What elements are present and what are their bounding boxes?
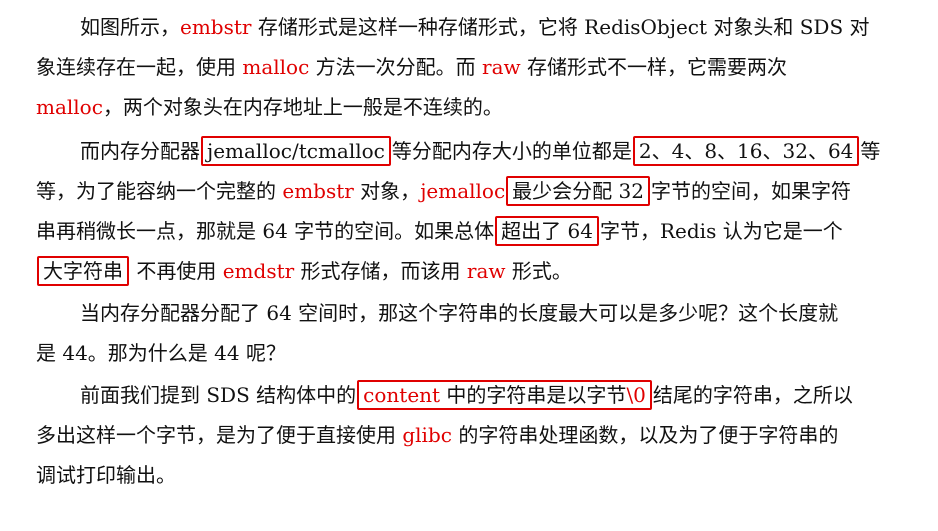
- text-line: 等，为了能容纳一个完整的 embstr 对象，jemalloc 最少会分配 32 字…: [36, 176, 851, 206]
- text-run: 多出这样一个字节，是为了便于直接使用: [36, 423, 403, 447]
- text-run: 等分配内存大小的单位都是: [391, 139, 632, 163]
- text-run: 当内存分配器分配了 64 空间时，那这个字符串的长度最大可以是多少呢？这个长度就: [80, 301, 839, 325]
- text-run: 是 44。那为什么是 44 呢？: [36, 341, 286, 365]
- text-line: 象连续存在一起，使用 malloc 方法一次分配。而 raw 存储形式不一样，它…: [36, 54, 787, 80]
- text-run: 字节，Redis 认为它是一个: [599, 219, 843, 243]
- text-run: 调试打印输出。: [36, 463, 176, 487]
- text-run: 而内存分配器: [80, 139, 200, 163]
- text-run: 结尾的字符串，之所以: [652, 383, 853, 407]
- highlight-box: 大字符串: [37, 256, 129, 286]
- text-line: 多出这样一个字节，是为了便于直接使用 glibc 的字符串处理函数，以及为了便于…: [36, 422, 838, 448]
- highlight-box: 2、4、8、16、32、64: [632, 136, 860, 166]
- text-run: 存储形式不一样，它需要两次: [520, 55, 787, 79]
- text-line: malloc，两个对象头在内存地址上一般是不连续的。: [36, 94, 503, 120]
- text-run: 如图所示，: [80, 15, 180, 39]
- text-line: 如图所示，embstr 存储形式是这样一种存储形式，它将 RedisObject…: [80, 14, 870, 40]
- code-term: embstr: [180, 15, 252, 39]
- text-run: 对象，: [353, 179, 421, 203]
- text-line: 调试打印输出。: [36, 462, 176, 488]
- highlight-box: 超出了 64: [495, 216, 599, 246]
- highlight-box: content 中的字符串是以字节\0: [357, 380, 652, 410]
- highlight-box: 最少会分配 32: [506, 176, 650, 206]
- code-term: raw: [482, 55, 521, 79]
- text-line: 是 44。那为什么是 44 呢？: [36, 340, 286, 366]
- code-term: malloc: [36, 95, 103, 119]
- text-run: 形式存储，而该用: [294, 259, 467, 283]
- text-run: 字节的空间，如果字符: [650, 179, 851, 203]
- code-term: malloc: [242, 55, 310, 79]
- text-run: 不再使用: [130, 259, 223, 283]
- code-term: jemalloc: [420, 179, 506, 203]
- document-page: 如图所示，embstr 存储形式是这样一种存储形式，它将 RedisObject…: [0, 0, 938, 531]
- text-line: 前面我们提到 SDS 结构体中的 content 中的字符串是以字节\0 结尾的字符…: [80, 380, 853, 410]
- code-term: raw: [466, 259, 506, 283]
- code-term: emdstr: [222, 259, 295, 283]
- text-run: 前面我们提到 SDS 结构体中的: [80, 383, 357, 407]
- code-term: glibc: [402, 423, 452, 447]
- text-run: 形式。: [505, 259, 572, 283]
- text-run: 存储形式是这样一种存储形式，它将 RedisObject 对象头和 SDS 对: [251, 15, 870, 39]
- text-line: 大字符串 不再使用 emdstr 形式存储，而该用 raw 形式。: [36, 256, 572, 286]
- text-line: 而内存分配器 jemalloc/tcmalloc 等分配内存大小的单位都是 2、4、8…: [80, 136, 881, 166]
- text-run: 象连续存在一起，使用: [36, 55, 243, 79]
- code-term: \0: [626, 383, 646, 407]
- text-run: 等，为了能容纳一个完整的: [36, 179, 283, 203]
- code-term: content: [363, 383, 441, 407]
- text-run: 的字符串处理函数，以及为了便于字符串的: [451, 423, 839, 447]
- text-run: 串再稍微长一点，那就是 64 字节的空间。如果总体: [36, 219, 495, 243]
- text-run: 等: [860, 139, 881, 163]
- text-run: ，两个对象头在内存地址上一般是不连续的。: [102, 95, 503, 119]
- text-line: 串再稍微长一点，那就是 64 字节的空间。如果总体 超出了 64 字节，Redis …: [36, 216, 843, 246]
- text-run: 中的字符串是以字节: [440, 383, 627, 407]
- code-term: embstr: [282, 179, 354, 203]
- text-line: 当内存分配器分配了 64 空间时，那这个字符串的长度最大可以是多少呢？这个长度就: [80, 300, 838, 326]
- highlight-box: jemalloc/tcmalloc: [201, 136, 391, 166]
- text-run: 方法一次分配。而: [309, 55, 483, 79]
